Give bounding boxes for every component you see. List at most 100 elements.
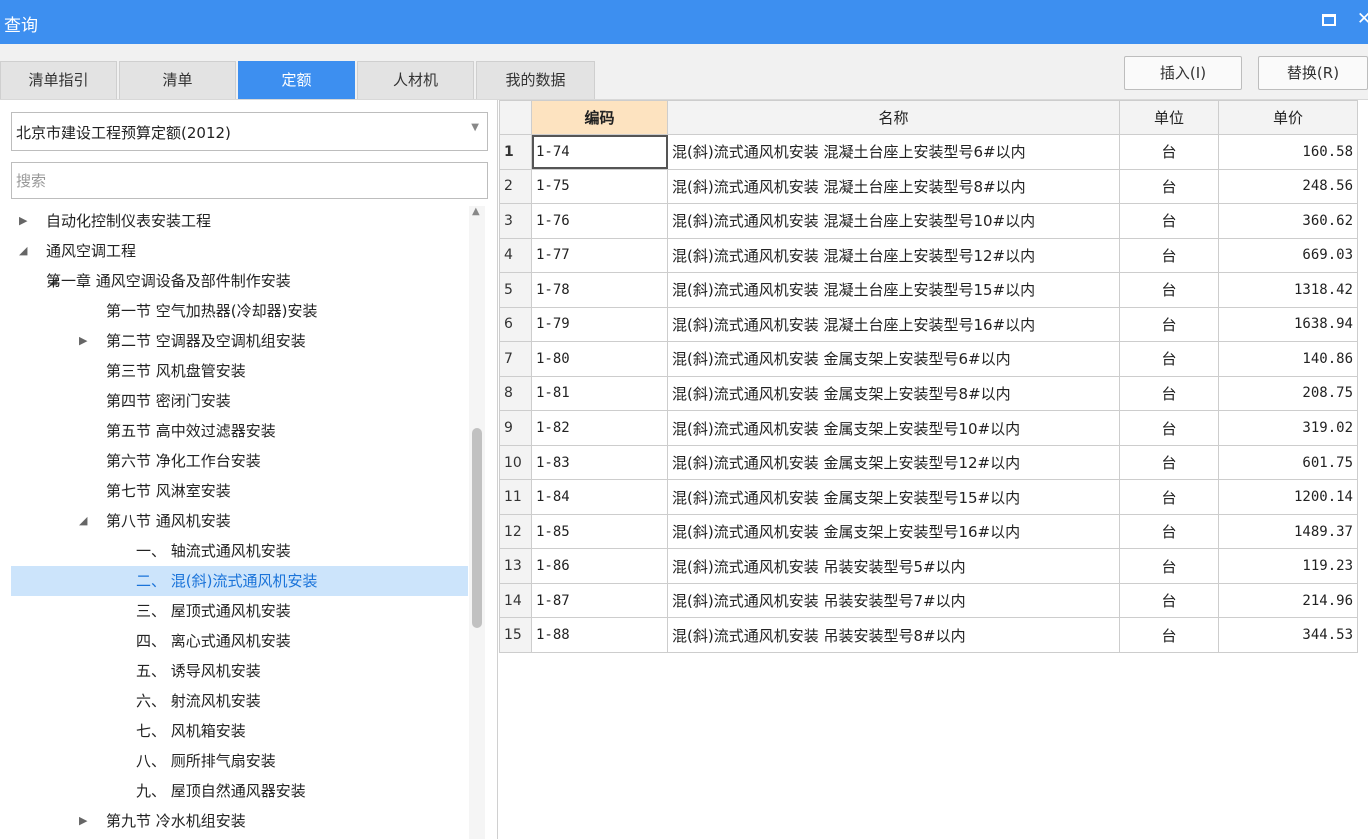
- tree-node[interactable]: 二、 混(斜)流式通风机安装: [11, 566, 468, 596]
- price-cell[interactable]: 1489.37: [1218, 513, 1358, 550]
- tab-list-guide[interactable]: 清单指引: [0, 61, 117, 99]
- name-cell[interactable]: 混(斜)流式通风机安装 混凝土台座上安装型号16#以内: [667, 306, 1120, 343]
- code-cell[interactable]: 1-83: [531, 444, 668, 481]
- search-input[interactable]: [11, 162, 488, 199]
- tree-node[interactable]: ◢ 第一章 通风空调设备及部件制作安装: [11, 266, 468, 296]
- table-row[interactable]: 3 1-76 混(斜)流式通风机安装 混凝土台座上安装型号10#以内台 360.62: [499, 203, 1358, 239]
- unit-cell[interactable]: 台: [1119, 134, 1219, 170]
- tree-node[interactable]: 第六节 净化工作台安装: [11, 446, 468, 476]
- name-cell[interactable]: 混(斜)流式通风机安装 金属支架上安装型号8#以内: [667, 375, 1120, 412]
- price-cell[interactable]: 1318.42: [1218, 272, 1358, 308]
- row-number[interactable]: 1: [499, 134, 532, 170]
- column-header-price[interactable]: 单价: [1218, 100, 1358, 135]
- tree-node[interactable]: 一、 轴流式通风机安装: [11, 536, 468, 566]
- code-cell[interactable]: 1-79: [531, 306, 668, 343]
- price-cell[interactable]: 319.02: [1218, 410, 1358, 446]
- expanded-toggle-icon[interactable]: ◢: [19, 236, 27, 266]
- tree-node[interactable]: 六、 射流风机安装: [11, 686, 468, 716]
- price-cell[interactable]: 248.56: [1218, 168, 1358, 205]
- table-row[interactable]: 12 1-85 混(斜)流式通风机安装 金属支架上安装型号16#以内台 1489.37: [499, 513, 1358, 550]
- table-row[interactable]: 8 1-81 混(斜)流式通风机安装 金属支架上安装型号8#以内台 208.75: [499, 375, 1358, 412]
- table-row[interactable]: 1 1-74 混(斜)流式通风机安装 混凝土台座上安装型号6#以内台 160.58: [499, 134, 1358, 170]
- name-cell[interactable]: 混(斜)流式通风机安装 吊装安装型号7#以内: [667, 582, 1120, 619]
- table-row[interactable]: 6 1-79 混(斜)流式通风机安装 混凝土台座上安装型号16#以内台 1638.94: [499, 306, 1358, 343]
- name-cell[interactable]: 混(斜)流式通风机安装 混凝土台座上安装型号10#以内: [667, 203, 1120, 239]
- name-cell[interactable]: 混(斜)流式通风机安装 混凝土台座上安装型号6#以内: [667, 134, 1120, 170]
- price-cell[interactable]: 601.75: [1218, 444, 1358, 481]
- code-cell[interactable]: 1-84: [531, 479, 668, 515]
- tab-labor-material[interactable]: 人材机: [357, 61, 474, 99]
- code-cell[interactable]: 1-78: [531, 272, 668, 308]
- row-number[interactable]: 9: [499, 410, 532, 446]
- column-header-name[interactable]: 名称: [667, 100, 1120, 135]
- tab-quota[interactable]: 定额: [238, 61, 355, 99]
- code-cell[interactable]: 1-76: [531, 203, 668, 239]
- row-number[interactable]: 15: [499, 617, 532, 653]
- table-row[interactable]: 13 1-86 混(斜)流式通风机安装 吊装安装型号5#以内台 119.23: [499, 548, 1358, 584]
- tree-node[interactable]: ▶ 第二节 空调器及空调机组安装: [11, 326, 468, 356]
- price-cell[interactable]: 208.75: [1218, 375, 1358, 412]
- close-icon[interactable]: ✕: [1357, 9, 1368, 29]
- unit-cell[interactable]: 台: [1119, 617, 1219, 653]
- row-number[interactable]: 13: [499, 548, 532, 584]
- scroll-up-icon[interactable]: ▲: [472, 206, 480, 217]
- tree-node[interactable]: 九、 屋顶自然通风器安装: [11, 776, 468, 806]
- row-number[interactable]: 2: [499, 168, 532, 205]
- row-number[interactable]: 11: [499, 479, 532, 515]
- expanded-toggle-icon[interactable]: ◢: [79, 506, 87, 536]
- price-cell[interactable]: 1638.94: [1218, 306, 1358, 343]
- name-cell[interactable]: 混(斜)流式通风机安装 金属支架上安装型号12#以内: [667, 444, 1120, 481]
- tree-node[interactable]: 第三节 风机盘管安装: [11, 356, 468, 386]
- code-cell[interactable]: 1-86: [531, 548, 668, 584]
- table-row[interactable]: 2 1-75 混(斜)流式通风机安装 混凝土台座上安装型号8#以内台 248.56: [499, 168, 1358, 205]
- collapsed-toggle-icon[interactable]: ▶: [79, 806, 87, 836]
- table-row[interactable]: 11 1-84 混(斜)流式通风机安装 金属支架上安装型号15#以内台 1200.14: [499, 479, 1358, 515]
- name-cell[interactable]: 混(斜)流式通风机安装 混凝土台座上安装型号8#以内: [667, 168, 1120, 205]
- code-cell[interactable]: 1-85: [531, 513, 668, 550]
- row-number[interactable]: 4: [499, 237, 532, 274]
- price-cell[interactable]: 1200.14: [1218, 479, 1358, 515]
- code-cell[interactable]: 1-82: [531, 410, 668, 446]
- replace-button[interactable]: 替换(R): [1258, 56, 1368, 90]
- tree-node[interactable]: ▶ 自动化控制仪表安装工程: [11, 206, 468, 236]
- unit-cell[interactable]: 台: [1119, 341, 1219, 377]
- row-number[interactable]: 7: [499, 341, 532, 377]
- unit-cell[interactable]: 台: [1119, 513, 1219, 550]
- collapsed-toggle-icon[interactable]: ▶: [79, 326, 87, 356]
- name-cell[interactable]: 混(斜)流式通风机安装 吊装安装型号8#以内: [667, 617, 1120, 653]
- price-cell[interactable]: 140.86: [1218, 341, 1358, 377]
- unit-cell[interactable]: 台: [1119, 272, 1219, 308]
- tab-my-data[interactable]: 我的数据: [476, 61, 595, 99]
- unit-cell[interactable]: 台: [1119, 410, 1219, 446]
- tree-scrollbar[interactable]: ▲: [469, 206, 485, 839]
- name-cell[interactable]: 混(斜)流式通风机安装 金属支架上安装型号16#以内: [667, 513, 1120, 550]
- code-cell[interactable]: 1-77: [531, 237, 668, 274]
- insert-button[interactable]: 插入(I): [1124, 56, 1242, 90]
- unit-cell[interactable]: 台: [1119, 375, 1219, 412]
- price-cell[interactable]: 344.53: [1218, 617, 1358, 653]
- unit-cell[interactable]: 台: [1119, 444, 1219, 481]
- tree-node[interactable]: 七、 风机箱安装: [11, 716, 468, 746]
- column-header-unit[interactable]: 单位: [1119, 100, 1219, 135]
- row-number[interactable]: 12: [499, 513, 532, 550]
- tree-node[interactable]: 三、 屋顶式通风机安装: [11, 596, 468, 626]
- row-number[interactable]: 10: [499, 444, 532, 481]
- price-cell[interactable]: 119.23: [1218, 548, 1358, 584]
- maximize-icon[interactable]: [1322, 14, 1336, 26]
- unit-cell[interactable]: 台: [1119, 237, 1219, 274]
- unit-cell[interactable]: 台: [1119, 203, 1219, 239]
- unit-cell[interactable]: 台: [1119, 306, 1219, 343]
- table-row[interactable]: 9 1-82 混(斜)流式通风机安装 金属支架上安装型号10#以内台 319.02: [499, 410, 1358, 446]
- tree-node[interactable]: 五、 诱导风机安装: [11, 656, 468, 686]
- tree-node[interactable]: ◢ 第八节 通风机安装: [11, 506, 468, 536]
- name-cell[interactable]: 混(斜)流式通风机安装 金属支架上安装型号15#以内: [667, 479, 1120, 515]
- code-cell[interactable]: 1-88: [531, 617, 668, 653]
- tree-node[interactable]: 八、 厕所排气扇安装: [11, 746, 468, 776]
- name-cell[interactable]: 混(斜)流式通风机安装 混凝土台座上安装型号12#以内: [667, 237, 1120, 274]
- unit-cell[interactable]: 台: [1119, 582, 1219, 619]
- quota-library-dropdown[interactable]: 北京市建设工程预算定额(2012) ▼: [11, 112, 488, 151]
- table-row[interactable]: 7 1-80 混(斜)流式通风机安装 金属支架上安装型号6#以内台 140.86: [499, 341, 1358, 377]
- row-number[interactable]: 8: [499, 375, 532, 412]
- collapsed-toggle-icon[interactable]: ▶: [19, 206, 27, 236]
- row-number[interactable]: 5: [499, 272, 532, 308]
